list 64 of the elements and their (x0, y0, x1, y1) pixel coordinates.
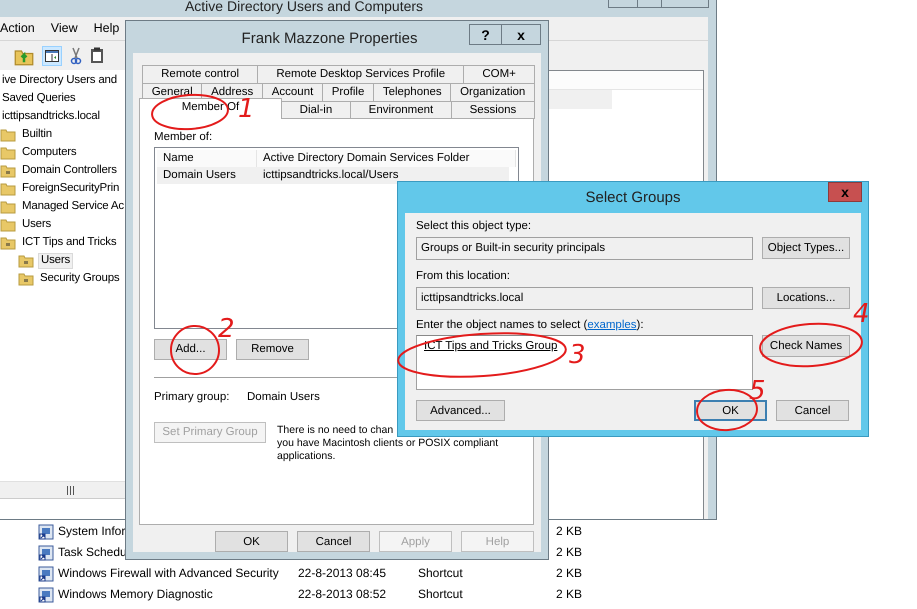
menu-item[interactable]: View (50, 21, 86, 36)
input-field[interactable]: Groups or Built-in security principals (416, 236, 753, 260)
table-cell-text: icttipsandtricks.local/Users (262, 168, 400, 183)
note-text: you have Macintosh clients or POSIX compliant (277, 436, 498, 450)
dialog-button[interactable]: Cancel (776, 400, 849, 422)
tree-item[interactable]: Managed Service Ac (20, 200, 126, 214)
dialog-button[interactable]: OK (215, 531, 288, 552)
dialog-title: Select Groups (584, 188, 682, 208)
file-name[interactable]: Windows Memory Diagnostic (58, 587, 213, 602)
annotation-number: 3 (569, 342, 586, 368)
file-date: 22-8-2013 08:52 (298, 587, 388, 602)
tree-item[interactable]: Users (20, 218, 54, 232)
field-value: Domain Users (247, 390, 320, 405)
tab[interactable]: Organization (450, 83, 536, 101)
examples-link[interactable]: examples (587, 318, 637, 331)
file-date: 22-8-2013 08:45 (298, 566, 388, 581)
tree-item[interactable]: ICT Tips and Tricks (20, 236, 118, 250)
section-label: Member of: (154, 131, 214, 145)
note-text: There is no need to chan (277, 424, 394, 437)
file-type: Shortcut (418, 587, 464, 602)
menu-item[interactable]: Help (94, 21, 128, 36)
tab[interactable]: Remote control (142, 65, 258, 83)
note-text: applications. (277, 450, 336, 463)
file-size: 2 KB (554, 524, 582, 539)
input-field[interactable]: icttipsandtricks.local (416, 286, 753, 310)
tree-item[interactable]: ive Directory Users and (0, 74, 119, 88)
file-size: 2 KB (554, 587, 582, 602)
field-label: Select this object type: (416, 220, 532, 234)
browse-button[interactable]: Object Types... (762, 236, 850, 259)
tree-item[interactable]: Computers (20, 146, 78, 160)
window-title: Active Directory Users and Computers (184, 0, 424, 16)
remove-button[interactable]: Remove (236, 338, 309, 360)
file-size: 2 KB (554, 545, 582, 560)
column-header[interactable]: Active Directory Domain Services Folder (257, 150, 516, 167)
tree-item[interactable]: Builtin (20, 128, 54, 142)
browse-button[interactable]: Locations... (762, 286, 850, 309)
file-type: Shortcut (418, 566, 464, 581)
help-button[interactable]: ? (469, 24, 502, 45)
tree-item[interactable]: ForeignSecurityPrin (20, 182, 122, 196)
file-size: 2 KB (554, 566, 582, 581)
field-label: Enter the object names to select (examples): (416, 318, 645, 332)
tree-item[interactable]: icttipsandtricks.local (0, 110, 102, 124)
tree-item[interactable]: Security Groups (38, 272, 122, 286)
field-label: Primary group: (154, 390, 230, 405)
tab[interactable]: Sessions (450, 101, 536, 119)
list-row[interactable]: Domain Users icttipsandtricks.local/Users (157, 166, 509, 184)
file-name[interactable]: Windows Firewall with Advanced Security (58, 566, 279, 580)
menu-item[interactable]: Action (0, 21, 43, 36)
table-cell-text: Domain Users (162, 168, 237, 183)
tab[interactable]: COM+ (463, 65, 536, 83)
dialog-button[interactable]: Advanced... (416, 400, 505, 422)
dialog-title: Frank Mazzone Properties (240, 29, 418, 49)
dialog-button[interactable]: OK (694, 400, 767, 422)
close-button[interactable]: x (828, 182, 862, 202)
close-button[interactable]: x (502, 24, 541, 45)
column-header[interactable]: Name (157, 150, 257, 167)
check-names-button[interactable]: Check Names (762, 335, 850, 358)
tree-item[interactable]: Domain Controllers (20, 164, 119, 178)
tree-item[interactable]: Saved Queries (0, 92, 78, 106)
file-name[interactable]: System Infor (58, 524, 126, 538)
tree-item[interactable]: Users (38, 253, 74, 269)
field-label: From this location: (416, 270, 511, 284)
dialog-button[interactable]: Cancel (297, 531, 370, 552)
add-button[interactable]: Add... (154, 338, 227, 360)
